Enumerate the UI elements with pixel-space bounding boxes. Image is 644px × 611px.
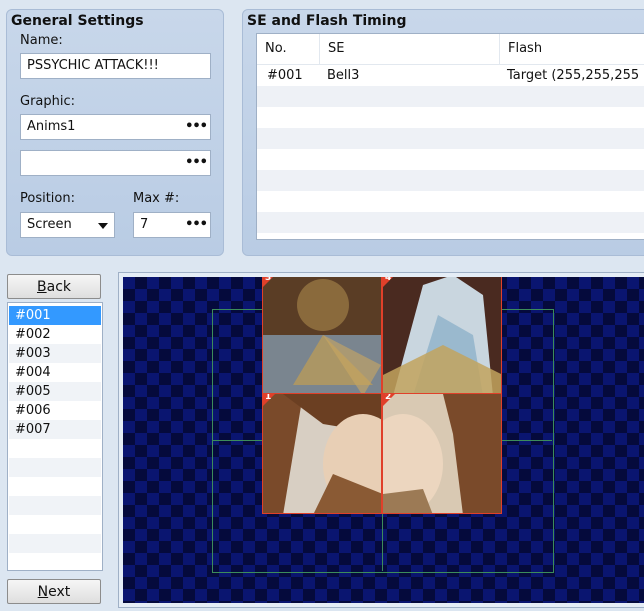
max-value: 7: [140, 217, 149, 232]
position-label: Position:: [20, 191, 75, 206]
list-item-empty: [9, 515, 101, 534]
list-item[interactable]: #005: [9, 382, 101, 401]
list-item-empty: [9, 477, 101, 496]
graphic-browse-button[interactable]: •••: [185, 115, 208, 139]
table-row-empty: [257, 86, 644, 107]
table-row-empty: [257, 107, 644, 128]
next-button[interactable]: Next: [7, 579, 101, 604]
general-settings-panel: General Settings Name: PSSYCHIC ATTACK!!…: [6, 9, 224, 256]
next-button-label: Next: [37, 584, 71, 600]
list-item[interactable]: #002: [9, 325, 101, 344]
graphic-value: Anims1: [27, 119, 76, 134]
frame-list[interactable]: #001 #002 #003 #004 #005 #006 #007: [7, 302, 103, 571]
name-value: PSSYCHIC ATTACK!!!: [27, 58, 159, 73]
graphic2-browse-button[interactable]: •••: [185, 151, 208, 175]
se-flash-title: SE and Flash Timing: [247, 13, 407, 29]
column-header-flash[interactable]: Flash: [499, 34, 644, 64]
name-field[interactable]: PSSYCHIC ATTACK!!!: [20, 53, 211, 79]
name-label: Name:: [20, 33, 63, 48]
graphic-label: Graphic:: [20, 94, 76, 109]
list-item[interactable]: #006: [9, 401, 101, 420]
position-value: Screen: [27, 217, 72, 232]
list-item[interactable]: #001: [9, 306, 101, 325]
list-item-empty: [9, 458, 101, 477]
animation-cell-4[interactable]: 4: [382, 277, 502, 395]
column-header-se[interactable]: SE: [319, 34, 499, 64]
list-item-empty: [9, 439, 101, 458]
table-row-empty: [257, 128, 644, 149]
list-item[interactable]: #003: [9, 344, 101, 363]
cell-number-4: 4: [385, 277, 392, 283]
list-item-empty: [9, 496, 101, 515]
table-header: No. SE Flash: [257, 34, 644, 65]
animation-cell-3[interactable]: 3: [262, 277, 382, 395]
table-row-empty: [257, 149, 644, 170]
graphic-field[interactable]: Anims1 •••: [20, 114, 211, 140]
cell-4-image: [383, 277, 501, 394]
column-header-no[interactable]: No.: [257, 34, 319, 64]
graphic2-field[interactable]: •••: [20, 150, 211, 176]
se-flash-table[interactable]: No. SE Flash #001 Bell3 Target (255,255,…: [256, 33, 644, 240]
animation-canvas-frame: 3 4 1 2: [118, 272, 644, 608]
max-field[interactable]: 7 •••: [133, 212, 211, 238]
position-select[interactable]: Screen: [20, 212, 115, 238]
cell-3-image: [263, 277, 381, 394]
table-row-empty: [257, 212, 644, 233]
cell-number-2: 2: [385, 393, 392, 402]
table-row-empty: [257, 170, 644, 191]
animation-cell-1[interactable]: 1: [262, 393, 382, 514]
cell-number-1: 1: [265, 393, 272, 402]
back-button-label: Back: [37, 279, 71, 295]
row-no: #001: [267, 68, 303, 83]
max-label: Max #:: [133, 191, 180, 206]
cell-1-image: [263, 394, 381, 513]
row-se: Bell3: [327, 68, 360, 83]
list-item[interactable]: #007: [9, 420, 101, 439]
chevron-down-icon: [98, 223, 108, 229]
table-row[interactable]: #001 Bell3 Target (255,255,255: [257, 65, 644, 86]
general-settings-title: General Settings: [11, 13, 144, 29]
animation-canvas[interactable]: 3 4 1 2: [123, 277, 644, 603]
back-button[interactable]: Back: [7, 274, 101, 299]
animation-cell-2[interactable]: 2: [382, 393, 502, 514]
row-flash: Target (255,255,255: [507, 68, 640, 83]
list-item-empty: [9, 534, 101, 553]
cell-2-image: [383, 394, 501, 513]
table-row-empty: [257, 191, 644, 212]
max-browse-button[interactable]: •••: [185, 213, 208, 237]
list-item[interactable]: #004: [9, 363, 101, 382]
cell-number-3: 3: [265, 277, 272, 283]
se-flash-panel: SE and Flash Timing No. SE Flash #001 Be…: [242, 9, 644, 256]
